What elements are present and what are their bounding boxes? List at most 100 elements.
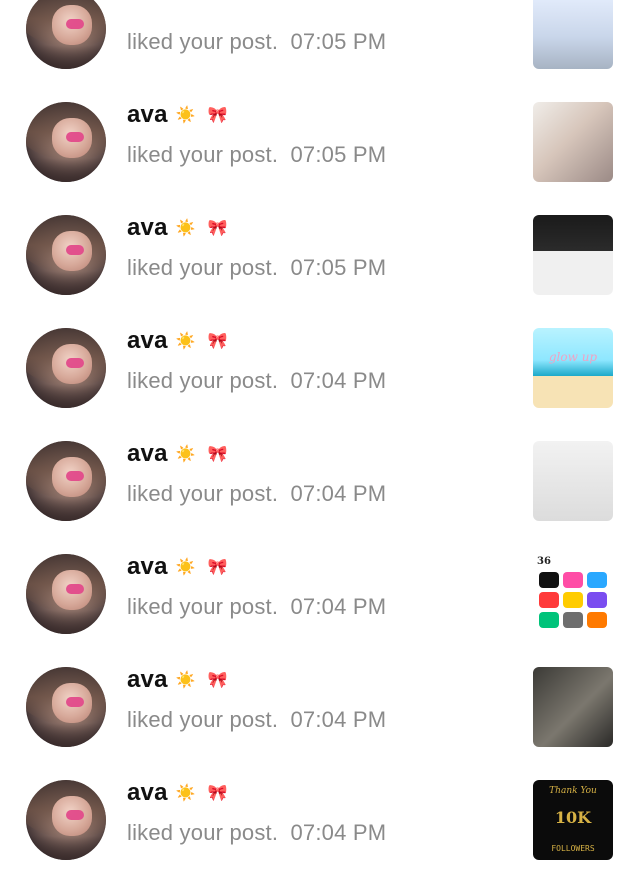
avatar[interactable]	[26, 441, 106, 521]
grid-tile	[563, 612, 583, 628]
activity-time: 07:04 PM	[290, 368, 387, 393]
username-row: ava ☀️ 🎀	[127, 437, 507, 471]
avatar[interactable]	[26, 554, 106, 634]
grid-tile	[587, 592, 607, 608]
list-item[interactable]: ava ☀️ 🎀 liked your post. 07:04 PM	[0, 419, 640, 532]
avatar-shoulder	[26, 45, 106, 69]
avatar-cheek	[66, 584, 84, 594]
avatar-cheek	[66, 471, 84, 481]
activity-line: liked your post. 07:04 PM	[127, 707, 507, 733]
activity-list: liked your post. 07:05 PM ava ☀️ 🎀 liked…	[0, 0, 640, 871]
avatar[interactable]	[26, 667, 106, 747]
activity-label: liked your post.	[127, 368, 279, 393]
sun-emoji-icon: ☀️	[175, 446, 196, 463]
list-item[interactable]: ava ☀️ 🎀 liked your post. 07:05 PM	[0, 193, 640, 306]
activity-label: liked your post.	[127, 707, 279, 732]
post-thumbnail[interactable]: glow up	[533, 328, 613, 408]
bow-emoji-icon: 🎀	[207, 107, 228, 124]
username-row: ava ☀️ 🎀	[127, 663, 507, 697]
avatar-cheek	[66, 697, 84, 707]
sun-emoji-icon: ☀️	[175, 672, 196, 689]
activity-line: liked your post. 07:04 PM	[127, 820, 507, 846]
activity-label: liked your post.	[127, 255, 279, 280]
username-row: ava ☀️ 🎀	[127, 211, 507, 245]
username[interactable]: ava	[127, 214, 168, 242]
activity-line: liked your post. 07:04 PM	[127, 594, 507, 620]
avatar-shoulder	[26, 497, 106, 521]
bow-emoji-icon: 🎀	[207, 220, 228, 237]
grid-tile	[539, 612, 559, 628]
avatar[interactable]	[26, 0, 106, 69]
username[interactable]: ava	[127, 440, 168, 468]
avatar-shoulder	[26, 610, 106, 634]
thumbnail-footer: FOLLOWERS	[551, 844, 595, 853]
list-item[interactable]: ava ☀️ 🎀 liked your post. 07:04 PM glow …	[0, 306, 640, 419]
sun-emoji-icon: ☀️	[175, 107, 196, 124]
avatar-cheek	[66, 132, 84, 142]
post-thumbnail[interactable]	[533, 667, 613, 747]
avatar-shoulder	[26, 836, 106, 860]
username-row: ava ☀️ 🎀	[127, 776, 507, 810]
username[interactable]: ava	[127, 779, 168, 807]
bow-emoji-icon: 🎀	[207, 559, 228, 576]
activity-text: liked your post. 07:05 PM	[127, 0, 507, 55]
grid-tile	[539, 592, 559, 608]
activity-line: liked your post. 07:05 PM	[127, 255, 507, 281]
activity-text: ava ☀️ 🎀 liked your post. 07:04 PM	[127, 550, 507, 620]
bow-emoji-icon: 🎀	[207, 446, 228, 463]
activity-line: liked your post. 07:04 PM	[127, 368, 507, 394]
avatar[interactable]	[26, 328, 106, 408]
sun-emoji-icon: ☀️	[175, 559, 196, 576]
bow-emoji-icon	[163, 0, 191, 16]
username-row: ava ☀️ 🎀	[127, 550, 507, 584]
post-thumbnail[interactable]	[533, 215, 613, 295]
activity-text: ava ☀️ 🎀 liked your post. 07:04 PM	[127, 437, 507, 507]
bow-emoji-icon: 🎀	[207, 333, 228, 350]
list-item[interactable]: ava ☀️ 🎀 liked your post. 07:04 PM 36	[0, 532, 640, 645]
username[interactable]: ava	[127, 666, 168, 694]
username-row: ava ☀️ 🎀	[127, 324, 507, 358]
avatar-cheek	[66, 358, 84, 368]
activity-text: ava ☀️ 🎀 liked your post. 07:04 PM	[127, 776, 507, 846]
username[interactable]: ava	[127, 553, 168, 581]
list-item[interactable]: ava ☀️ 🎀 liked your post. 07:04 PM	[0, 645, 640, 758]
activity-time: 07:05 PM	[290, 29, 387, 54]
bow-emoji-icon: 🎀	[207, 785, 228, 802]
username[interactable]: ava	[127, 327, 168, 355]
list-item[interactable]: ava ☀️ 🎀 liked your post. 07:05 PM	[0, 80, 640, 193]
grid-tile	[587, 572, 607, 588]
avatar-cheek	[66, 245, 84, 255]
username[interactable]: ava	[127, 101, 168, 129]
post-thumbnail[interactable]: Thank You 10K FOLLOWERS	[533, 780, 613, 860]
grid-tile	[563, 572, 583, 588]
activity-label: liked your post.	[127, 29, 279, 54]
activity-text: ava ☀️ 🎀 liked your post. 07:04 PM	[127, 663, 507, 733]
activity-text: ava ☀️ 🎀 liked your post. 07:05 PM	[127, 98, 507, 168]
avatar[interactable]	[26, 780, 106, 860]
activity-time: 07:05 PM	[290, 142, 387, 167]
activity-line: liked your post. 07:05 PM	[127, 29, 507, 55]
thumbnail-number: 10K	[554, 808, 592, 827]
grid-tile	[563, 592, 583, 608]
username-row: ava ☀️ 🎀	[127, 98, 507, 132]
post-thumbnail[interactable]	[533, 102, 613, 182]
thumbnail-grid	[539, 572, 607, 628]
avatar[interactable]	[26, 102, 106, 182]
activity-time: 07:04 PM	[290, 820, 387, 845]
sun-emoji-icon	[131, 0, 159, 16]
sun-emoji-icon: ☀️	[175, 220, 196, 237]
activity-time: 07:04 PM	[290, 481, 387, 506]
avatar[interactable]	[26, 215, 106, 295]
post-thumbnail[interactable]	[533, 0, 613, 69]
activity-label: liked your post.	[127, 820, 279, 845]
activity-text: ava ☀️ 🎀 liked your post. 07:04 PM	[127, 324, 507, 394]
sun-emoji-icon: ☀️	[175, 333, 196, 350]
activity-time: 07:04 PM	[290, 707, 387, 732]
post-thumbnail[interactable]	[533, 441, 613, 521]
activity-label: liked your post.	[127, 481, 279, 506]
activity-label: liked your post.	[127, 594, 279, 619]
avatar-cheek	[66, 810, 84, 820]
list-item[interactable]: liked your post. 07:05 PM	[0, 0, 640, 80]
post-thumbnail[interactable]: 36	[533, 554, 613, 634]
list-item[interactable]: ava ☀️ 🎀 liked your post. 07:04 PM Thank…	[0, 758, 640, 871]
